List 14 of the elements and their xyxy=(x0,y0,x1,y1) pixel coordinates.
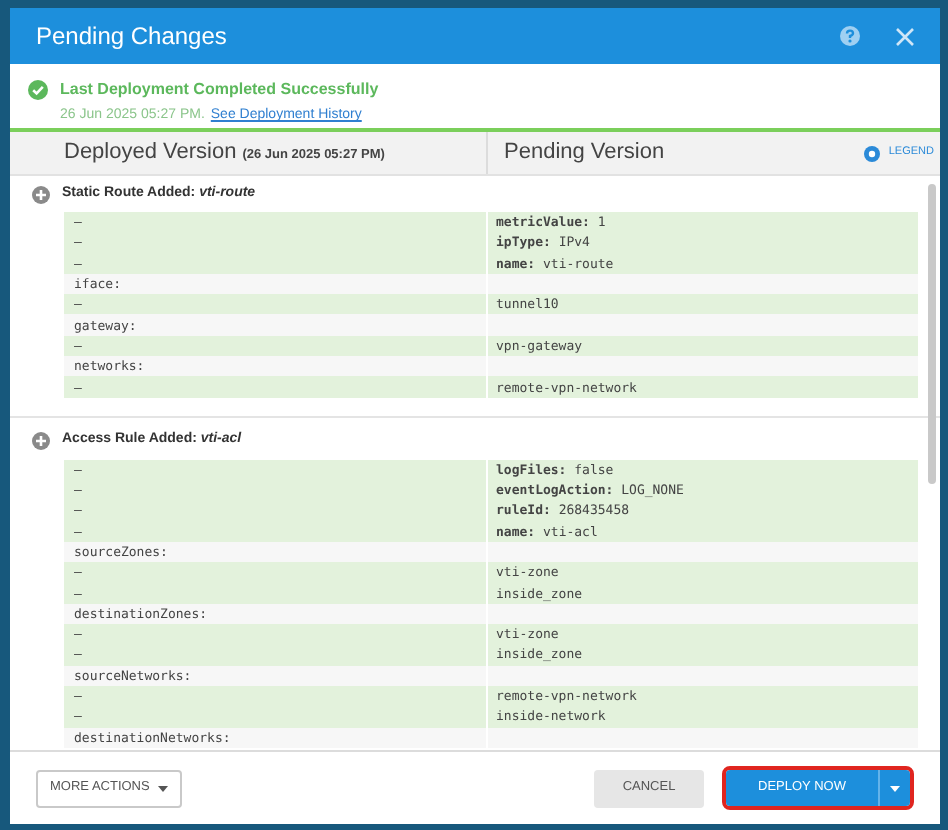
help-icon[interactable] xyxy=(840,26,860,46)
status-title: Last Deployment Completed Successfully xyxy=(60,78,379,102)
check-circle-icon xyxy=(28,80,48,100)
column-header: Deployed Version xyxy=(64,138,237,169)
expand-icon[interactable] xyxy=(32,185,50,203)
column-header: Pending Version xyxy=(504,138,667,169)
close-icon[interactable] xyxy=(896,27,914,45)
caret-icon xyxy=(890,785,900,791)
caret-icon xyxy=(157,785,168,791)
expand-icon[interactable] xyxy=(32,432,50,451)
dialog-title: Pending Changes xyxy=(36,20,229,54)
legend-icon[interactable] xyxy=(864,145,881,161)
scrollbar-thumb[interactable] xyxy=(928,184,936,484)
dropdown-button[interactable] xyxy=(878,770,910,806)
